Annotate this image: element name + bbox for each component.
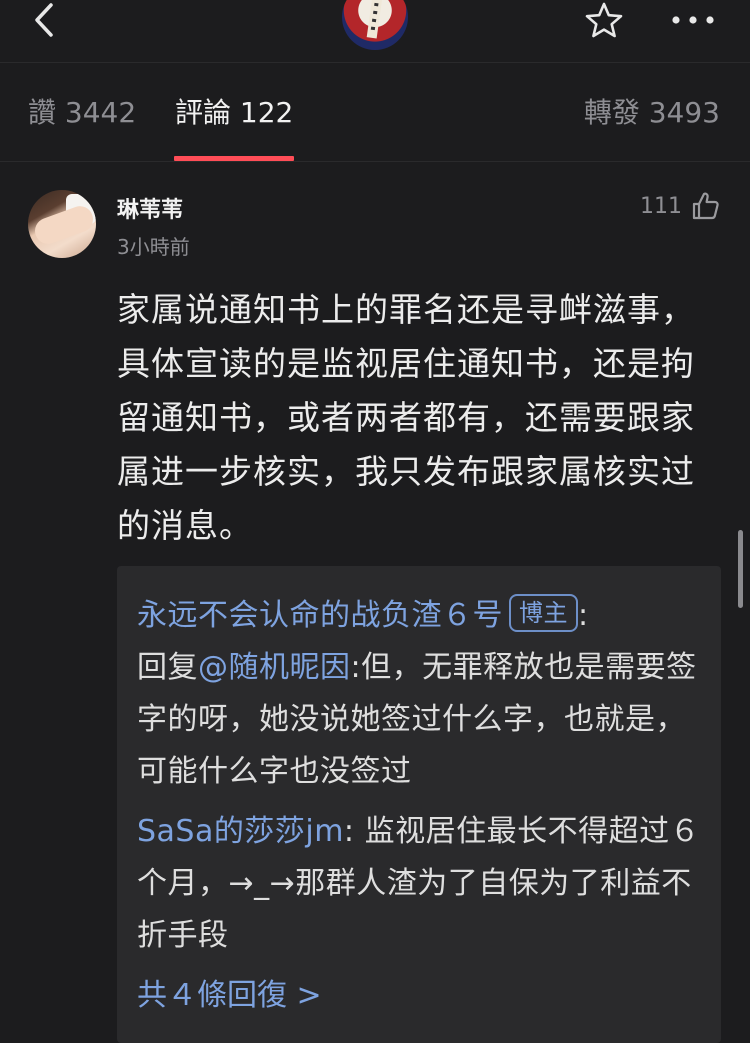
- reply-prefix: 回复: [137, 650, 198, 685]
- thumbs-up-outline-icon: [692, 192, 719, 220]
- reply-separator: :: [578, 598, 589, 633]
- view-all-replies-link[interactable]: 共４條回復 >: [137, 970, 322, 1022]
- active-tab-indicator: [174, 156, 294, 161]
- reply-item: 永远不会认命的战负渣６号 博主: 回复@随机昵因:但，无罪释放也是需要签字的呀，她没…: [137, 590, 707, 798]
- blogger-badge: 博主: [509, 594, 578, 632]
- more-options-button[interactable]: [668, 0, 718, 40]
- profile-avatar[interactable]: [342, 0, 408, 50]
- tab-comments[interactable]: 評論 122: [175, 95, 293, 131]
- reply-separator: :: [343, 814, 355, 849]
- replies-box: 永远不会认命的战负渣６号 博主: 回复@随机昵因:但，无罪释放也是需要签字的呀，她没…: [117, 566, 721, 1043]
- favorite-button[interactable]: [582, 0, 626, 40]
- like-count: 111: [640, 193, 682, 219]
- avatar-image-detail: [366, 0, 384, 39]
- tab-reposts[interactable]: 轉發 3493: [584, 95, 720, 131]
- comment-timestamp: 3小時前: [117, 235, 190, 259]
- tab-bar: 讚 3442 評論 122 轉發 3493: [0, 63, 750, 162]
- scrollbar[interactable]: [738, 530, 743, 608]
- like-button[interactable]: 111: [640, 190, 720, 222]
- tab-likes[interactable]: 讚 3442: [28, 95, 136, 131]
- avatar-image-detail: [31, 202, 96, 248]
- commenter-username[interactable]: 琳苇苇: [117, 192, 183, 224]
- reply-item: SaSa的莎莎jm: 监视居住最长不得超过６个月，→_→那群人渣为了自保为了利益…: [137, 806, 707, 962]
- star-outline-icon: [585, 2, 623, 38]
- back-button[interactable]: [24, 0, 64, 40]
- commenter-avatar[interactable]: [28, 190, 96, 258]
- reply-author[interactable]: SaSa的莎莎jm: [137, 814, 344, 849]
- top-nav-bar: [0, 0, 750, 63]
- reply-author[interactable]: 永远不会认命的战负渣６号: [137, 598, 503, 633]
- comment-text: 家属说通知书上的罪名还是寻衅滋事，具体宣读的是监视居住通知书，还是拘留通知书，或…: [117, 290, 695, 545]
- comments-page: 讚 3442 評論 122 轉發 3493 琳苇苇 3小時前 111 家属说通知…: [0, 0, 750, 1043]
- chevron-left-icon: [35, 3, 53, 37]
- more-horizontal-icon: [672, 16, 714, 24]
- reply-mention[interactable]: @随机昵因: [198, 650, 351, 685]
